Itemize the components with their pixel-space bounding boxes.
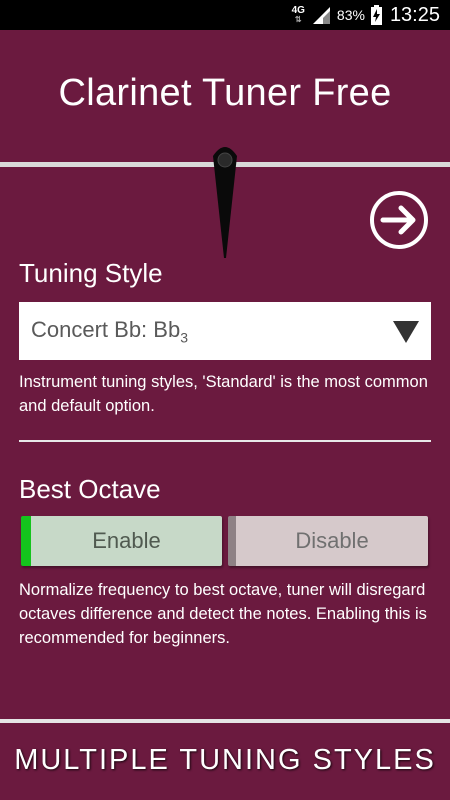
clock: 13:25	[389, 3, 440, 26]
battery-percent: 83%	[336, 7, 365, 23]
tuning-style-help: Instrument tuning styles, 'Standard' is …	[19, 373, 428, 415]
cell-signal-icon	[312, 7, 330, 24]
tuner-needle-icon	[213, 147, 237, 258]
app-title: Clarinet Tuner Free	[58, 72, 392, 114]
tuning-style-value: Concert Bb: Bb3	[31, 317, 188, 345]
next-arrow-button[interactable]	[369, 190, 429, 250]
best-octave-help: Normalize frequency to best octave, tune…	[19, 581, 427, 647]
section-divider	[19, 440, 431, 442]
data-arrows-icon: ⇅	[294, 15, 302, 24]
tuning-style-label: Tuning Style	[19, 258, 163, 288]
footer-divider	[0, 719, 450, 723]
battery-charging-icon	[370, 5, 382, 25]
promo-banner: MULTIPLE TUNING STYLES	[14, 744, 436, 776]
status-bar: 4G ⇅ 83% 13:25	[0, 0, 450, 30]
enable-button[interactable]: Enable	[21, 516, 222, 566]
tuning-style-dropdown[interactable]: Concert Bb: Bb3	[19, 302, 431, 360]
best-octave-label: Best Octave	[19, 474, 161, 504]
tuning-style-value-text: Concert Bb: Bb	[31, 316, 181, 342]
tuning-style-value-octave: 3	[180, 329, 188, 346]
disable-button[interactable]: Disable	[228, 516, 428, 566]
triangle-down-icon[interactable]	[393, 321, 419, 343]
network-indicator: 4G ⇅	[292, 6, 305, 24]
